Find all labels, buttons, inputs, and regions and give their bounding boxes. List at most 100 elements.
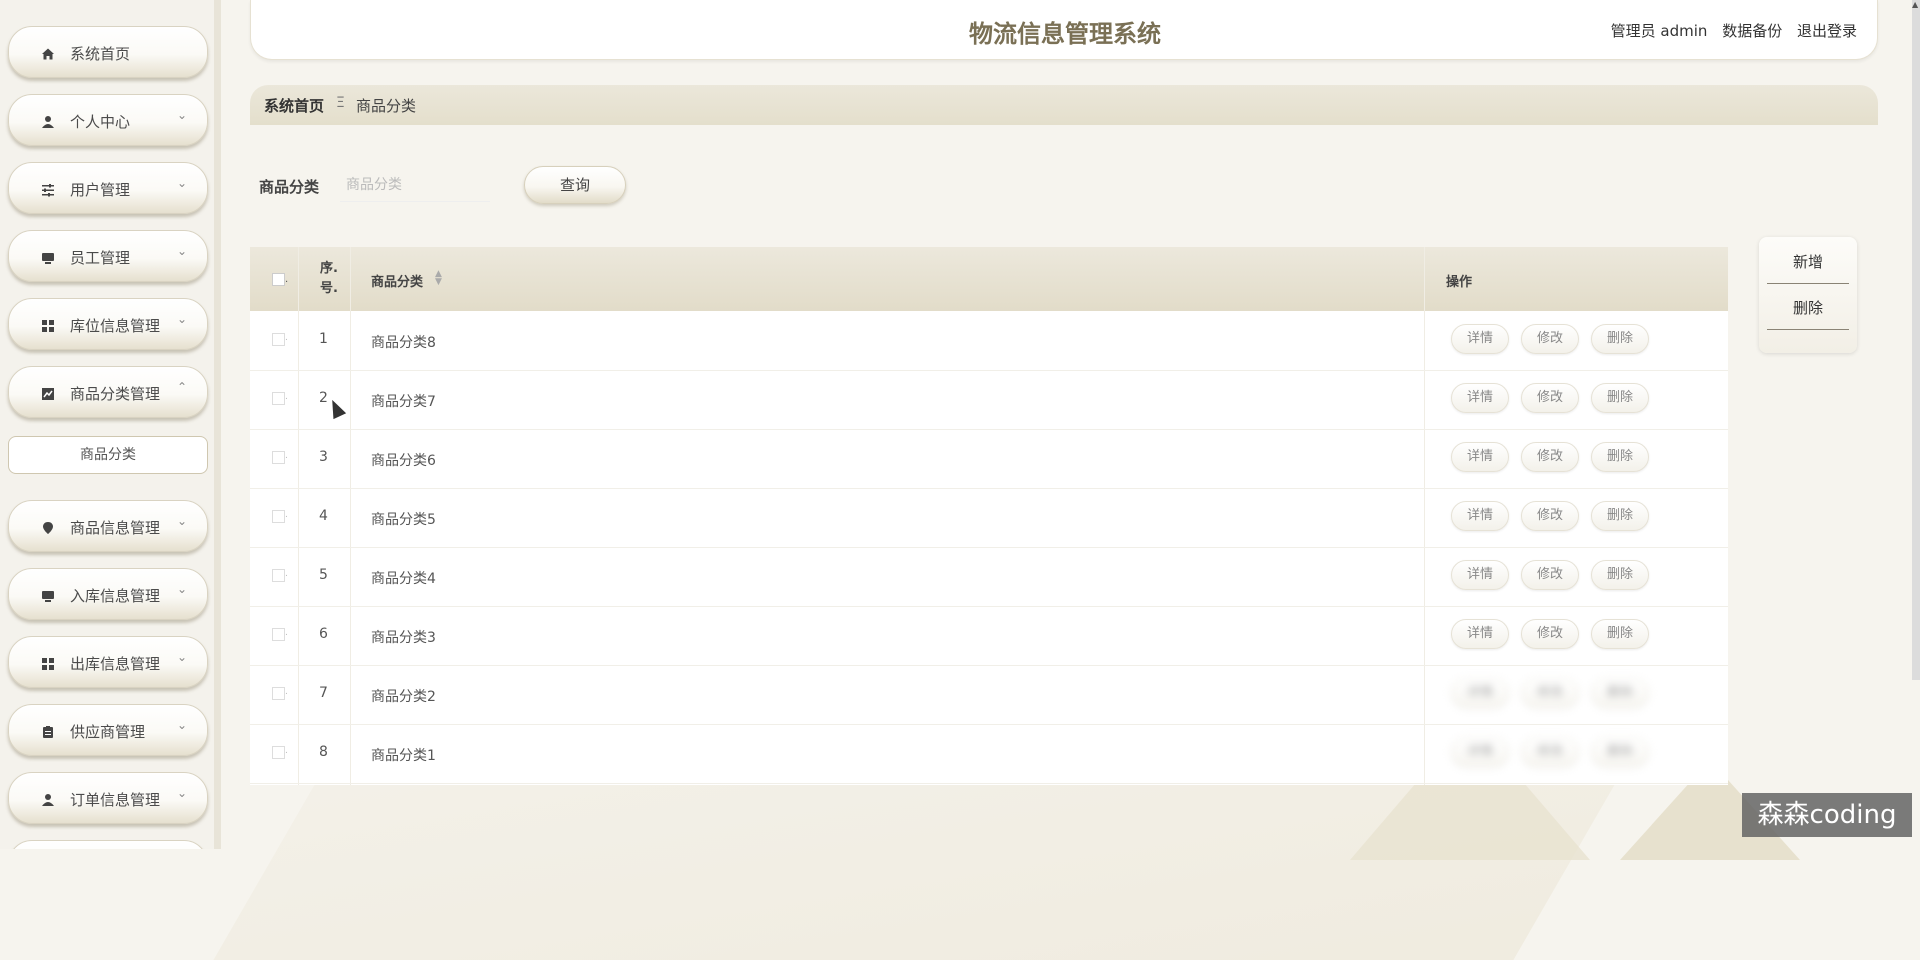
sidebar-item-staff[interactable]: 员工管理 ⌄ xyxy=(8,230,208,282)
monitor-icon xyxy=(41,251,55,265)
sidebar-item-label: 入库信息管理 xyxy=(70,587,161,605)
row-dot: . xyxy=(285,451,288,461)
breadcrumb-home[interactable]: 系统首页 xyxy=(264,95,324,116)
monitor-icon xyxy=(41,589,55,603)
detail-button[interactable]: 详情 xyxy=(1451,619,1509,649)
chevron-down-icon: ⌄ xyxy=(176,786,187,800)
header-dot: . xyxy=(285,274,289,285)
row-dot: . xyxy=(285,510,288,520)
row-seq: 7 xyxy=(319,685,328,701)
row-checkbox[interactable] xyxy=(272,451,285,464)
sidebar-item-inbound[interactable]: 入库信息管理 ⌄ xyxy=(8,568,208,620)
chevron-down-icon: ⌄ xyxy=(176,176,187,190)
sidebar-item-goods[interactable]: 商品信息管理 ⌄ xyxy=(8,500,208,552)
delete-button[interactable]: 删除 xyxy=(1591,501,1649,531)
row-checkbox[interactable] xyxy=(272,628,285,641)
sidebar-item-label: 商品信息管理 xyxy=(70,519,161,537)
sidebar-item-outbound[interactable]: 出库信息管理 ⌄ xyxy=(8,636,208,688)
table-header: . 序.号. 商品分类 ▲ ▼ 操作 xyxy=(250,247,1728,311)
data-table: . 序.号. 商品分类 ▲ ▼ 操作 . 1 商品分类8 详情 修改 删除 . 2… xyxy=(250,247,1728,785)
edit-button[interactable]: 修改 xyxy=(1521,501,1579,531)
edit-button[interactable]: 修改 xyxy=(1521,383,1579,413)
sliders-icon xyxy=(41,183,55,197)
sidebar-item-profile[interactable]: 个人中心 ⌄ xyxy=(8,94,208,146)
detail-button[interactable]: 详情 xyxy=(1451,737,1509,767)
row-name: 商品分类3 xyxy=(371,630,436,646)
edit-button[interactable]: 修改 xyxy=(1521,737,1579,767)
sidebar-item-more[interactable] xyxy=(8,840,208,849)
backup-link[interactable]: 数据备份 xyxy=(1722,22,1782,40)
chevron-down-icon: ⌄ xyxy=(176,718,187,732)
edit-button[interactable]: 修改 xyxy=(1521,324,1579,354)
grid-icon xyxy=(41,657,55,671)
row-name: 商品分类1 xyxy=(371,748,436,764)
row-checkbox[interactable] xyxy=(272,392,285,405)
table-row: . 1 商品分类8 详情 修改 删除 xyxy=(250,311,1728,371)
sort-icon[interactable]: ▲ ▼ xyxy=(435,270,442,287)
detail-button[interactable]: 详情 xyxy=(1451,383,1509,413)
sidebar-item-supplier[interactable]: 供应商管理 ⌄ xyxy=(8,704,208,756)
batch-delete-button[interactable]: 删除 xyxy=(1767,289,1849,330)
sidebar-item-label: 员工管理 xyxy=(70,249,131,267)
row-checkbox[interactable] xyxy=(272,510,285,523)
row-checkbox[interactable] xyxy=(272,569,285,582)
query-button[interactable]: 查询 xyxy=(524,166,626,204)
watermark: 森森coding xyxy=(1742,793,1912,837)
detail-button[interactable]: 详情 xyxy=(1451,501,1509,531)
sidebar-item-label: 库位信息管理 xyxy=(70,317,161,335)
header-seq: 序.号. xyxy=(320,261,338,296)
detail-button[interactable]: 详情 xyxy=(1451,324,1509,354)
row-checkbox[interactable] xyxy=(272,333,285,346)
row-seq: 1 xyxy=(319,331,328,347)
row-dot: . xyxy=(285,687,288,697)
delete-button[interactable]: 删除 xyxy=(1591,442,1649,472)
table-row: . 7 商品分类2 详情 修改 删除 xyxy=(250,665,1728,725)
table-row: . 4 商品分类5 详情 修改 删除 xyxy=(250,488,1728,548)
row-checkbox[interactable] xyxy=(272,746,285,759)
header-actions: 管理员 admin 数据备份 退出登录 xyxy=(1601,20,1857,41)
sidebar-item-category[interactable]: 商品分类管理 ⌃ xyxy=(8,366,208,418)
sidebar-scrollbar[interactable] xyxy=(214,0,221,849)
edit-button[interactable]: 修改 xyxy=(1521,678,1579,708)
scroll-up-icon[interactable]: ▲ xyxy=(1912,0,1918,9)
edit-button[interactable]: 修改 xyxy=(1521,442,1579,472)
home-icon xyxy=(41,47,55,61)
chevron-down-icon: ⌄ xyxy=(176,582,187,596)
header: 物流信息管理系统 管理员 admin 数据备份 退出登录 xyxy=(250,0,1878,60)
delete-button[interactable]: 删除 xyxy=(1591,678,1649,708)
row-checkbox[interactable] xyxy=(272,687,285,700)
sidebar-subitem-category[interactable]: 商品分类 xyxy=(8,436,208,474)
sidebar-item-orders[interactable]: 订单信息管理 ⌄ xyxy=(8,772,208,824)
sidebar-item-label: 订单信息管理 xyxy=(70,791,161,809)
row-name: 商品分类6 xyxy=(371,453,436,469)
detail-button[interactable]: 详情 xyxy=(1451,442,1509,472)
select-all-checkbox[interactable] xyxy=(272,273,285,286)
delete-button[interactable]: 删除 xyxy=(1591,383,1649,413)
chart-icon xyxy=(41,387,55,401)
action-panel: 新增 删除 xyxy=(1759,237,1857,353)
sidebar-item-location[interactable]: 库位信息管理 ⌄ xyxy=(8,298,208,350)
search-label: 商品分类 xyxy=(259,178,320,196)
detail-button[interactable]: 详情 xyxy=(1451,560,1509,590)
page-scrollbar[interactable] xyxy=(1912,0,1920,680)
edit-button[interactable]: 修改 xyxy=(1521,560,1579,590)
edit-button[interactable]: 修改 xyxy=(1521,619,1579,649)
delete-button[interactable]: 删除 xyxy=(1591,324,1649,354)
delete-button[interactable]: 删除 xyxy=(1591,737,1649,767)
row-name: 商品分类4 xyxy=(371,571,436,587)
location-icon xyxy=(41,521,55,535)
table-row: . 5 商品分类4 详情 修改 删除 xyxy=(250,547,1728,607)
row-dot: . xyxy=(285,569,288,579)
add-button[interactable]: 新增 xyxy=(1767,243,1849,284)
sidebar-item-users[interactable]: 用户管理 ⌄ xyxy=(8,162,208,214)
breadcrumb-current: 商品分类 xyxy=(356,97,417,115)
logout-link[interactable]: 退出登录 xyxy=(1797,22,1857,40)
delete-button[interactable]: 删除 xyxy=(1591,560,1649,590)
table-row: . 3 商品分类6 详情 修改 删除 xyxy=(250,429,1728,489)
delete-button[interactable]: 删除 xyxy=(1591,619,1649,649)
clipboard-icon xyxy=(41,725,55,739)
table-row: . 8 商品分类1 详情 修改 删除 xyxy=(250,724,1728,784)
sidebar-item-home[interactable]: 系统首页 xyxy=(8,26,208,78)
detail-button[interactable]: 详情 xyxy=(1451,678,1509,708)
search-input[interactable] xyxy=(340,168,490,202)
